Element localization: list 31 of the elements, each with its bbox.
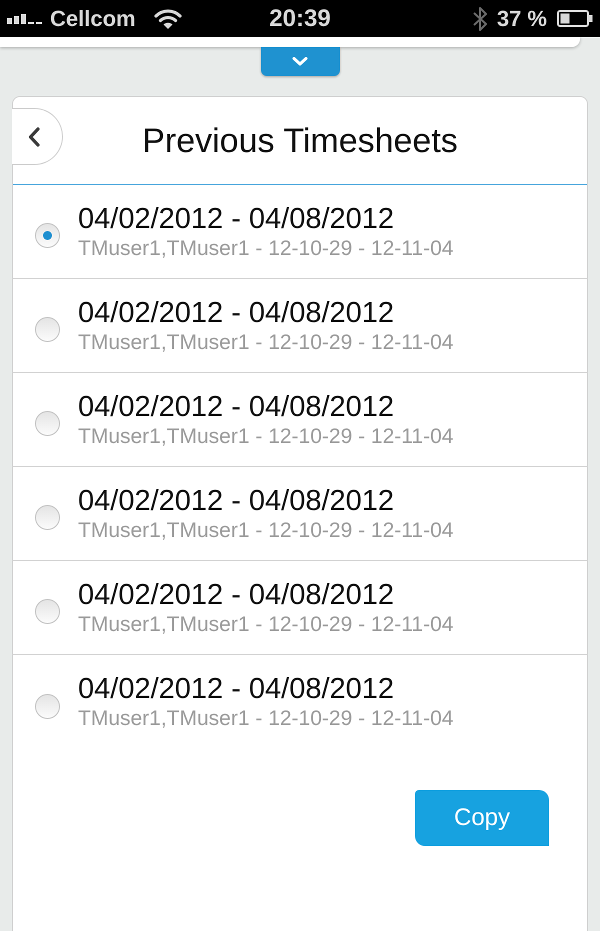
expand-button[interactable] <box>260 47 340 76</box>
chevron-left-icon <box>28 126 40 146</box>
timesheet-details: TMuser1,TMuser1 - 12-10-29 - 12-11-04 <box>78 236 454 262</box>
chevron-down-icon <box>292 57 308 66</box>
page-title: Previous Timesheets <box>142 124 458 158</box>
radio-button[interactable] <box>35 599 60 624</box>
date-range: 04/02/2012 - 04/08/2012 <box>78 578 396 612</box>
clock-time: 20:39 <box>269 6 331 30</box>
date-range: 04/02/2012 - 04/08/2012 <box>78 202 396 236</box>
copy-button[interactable]: Copy <box>415 790 549 846</box>
radio-button[interactable] <box>35 694 60 718</box>
timesheet-details: TMuser1,TMuser1 - 12-10-29 - 12-11-04 <box>78 424 454 450</box>
date-range: 04/02/2012 - 04/08/2012 <box>78 390 396 424</box>
date-range: 04/02/2012 - 04/08/2012 <box>78 484 396 518</box>
date-range: 04/02/2012 - 04/08/2012 <box>78 672 396 706</box>
bluetooth-icon <box>472 6 487 30</box>
radio-button[interactable] <box>35 505 60 530</box>
timesheet-details: TMuser1,TMuser1 - 12-10-29 - 12-11-04 <box>78 706 454 732</box>
carrier-name: Cellcom <box>50 8 136 30</box>
wifi-icon <box>154 8 182 28</box>
radio-button[interactable] <box>35 411 60 436</box>
timesheet-details: TMuser1,TMuser1 - 12-10-29 - 12-11-04 <box>78 612 454 638</box>
signal-bars-icon <box>7 13 44 24</box>
radio-button[interactable] <box>35 223 60 248</box>
back-button[interactable] <box>12 108 63 165</box>
battery-percentage: 37 % <box>496 8 547 30</box>
timesheet-details: TMuser1,TMuser1 - 12-10-29 - 12-11-04 <box>78 518 454 544</box>
timesheet-details: TMuser1,TMuser1 - 12-10-29 - 12-11-04 <box>78 330 454 356</box>
battery-icon <box>557 10 593 27</box>
radio-button[interactable] <box>35 317 60 342</box>
date-range: 04/02/2012 - 04/08/2012 <box>78 296 396 330</box>
